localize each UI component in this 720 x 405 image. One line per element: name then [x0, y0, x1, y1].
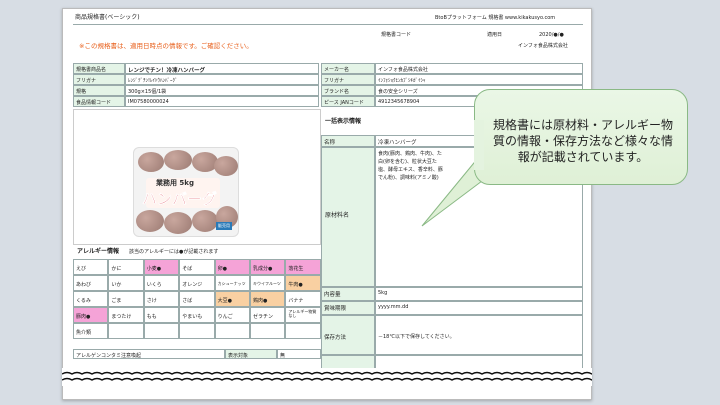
- allergy-cell: [250, 323, 286, 339]
- applied-date: 2020/●/●: [539, 32, 564, 38]
- allergy-cell: [143, 323, 180, 339]
- storage-label: 保存方法: [321, 315, 375, 355]
- spec-sheet: 商品規格書(ベーシック) BtoBプラットフォーム 規格書 www.kikaku…: [62, 8, 592, 400]
- allergy-cell: 小麦●: [143, 259, 180, 275]
- allergy-cell: あわび: [73, 275, 109, 291]
- allergy-cell: りんご: [214, 307, 250, 323]
- allergy-cell: さば: [179, 291, 215, 307]
- volume: 5kg: [375, 287, 583, 301]
- package-title: ハンバーグ: [142, 190, 218, 209]
- maker-furigana-label: フリガナ: [321, 74, 375, 85]
- platform-name: BtoBプラットフォーム 規格書 www.kikakusyo.com: [435, 15, 556, 21]
- allergy-cell: くるみ: [73, 291, 109, 307]
- product-spec: 300g×15個/1袋: [125, 85, 319, 96]
- ingredients-title: 一括表示情報: [325, 118, 362, 125]
- spec-label: 規格: [73, 85, 125, 96]
- allergy-cell: ごま: [108, 291, 144, 307]
- callout-text: 規格書には原材料・アレルギー物質の情報・保存方法など様々な情報が記載されています…: [493, 118, 674, 165]
- allergy-cell: 豚肉●: [73, 307, 109, 323]
- allergy-cell: そば: [179, 259, 215, 275]
- brand-label: ブランド名: [321, 85, 375, 96]
- allergy-cell: もも: [143, 307, 180, 323]
- volume-label: 内容量: [321, 287, 375, 301]
- allergy-cell: まつたけ: [108, 307, 144, 323]
- allergy-cell: [179, 323, 215, 339]
- item-name-label: 名称: [321, 135, 375, 147]
- allergy-cell: [108, 323, 144, 339]
- allergy-cell: 鶏肉●: [250, 291, 286, 307]
- company-name: インフォ食品株式会社: [518, 43, 568, 49]
- allergy-note: 該当のアレルギーには●が記載されます: [129, 249, 219, 255]
- allergy-cell: 牛肉●: [285, 275, 321, 291]
- product-package-image: 業務用 5kg ハンバーグ 販売用: [133, 147, 239, 237]
- product-name-label: 規格書商品名: [73, 63, 125, 74]
- allergy-cell: 卵●: [214, 259, 250, 275]
- allergy-cell: いか: [108, 275, 144, 291]
- maker-furigana: ｲﾝﾌｫｼｮｸﾋﾝｶﾌﾞｼｷｶﾞｲｼｬ: [375, 74, 583, 85]
- torn-edge-decoration: [62, 368, 592, 386]
- applied-date-label: 適用日: [487, 32, 503, 38]
- allergy-cell: キウイフルーツ: [250, 275, 286, 291]
- allergy-cell: 落花生: [285, 259, 321, 275]
- expiry: yyyy.mm.dd: [375, 301, 583, 315]
- jan-label: ピース JANコード: [321, 96, 375, 107]
- expiry-label: 賞味期限: [321, 301, 375, 315]
- display-target-value: 無: [277, 349, 321, 359]
- allergy-title: アレルギー情報: [77, 248, 120, 255]
- allergy-cell: えび: [73, 259, 109, 275]
- package-tag: 販売用: [216, 222, 232, 230]
- allergy-cell: [214, 323, 250, 339]
- doc-type: 商品規格書(ベーシック): [75, 14, 140, 21]
- notice-text: ※この規格書は、適用日時点の情報です。ご確認ください。: [79, 42, 253, 50]
- maker-name: インフォ食品株式会社: [375, 63, 583, 74]
- package-sub: 業務用 5kg: [156, 179, 194, 187]
- allergy-cell: オレンジ: [179, 275, 215, 291]
- product-furigana: ﾚﾝｼﾞﾃﾞﾁﾝ!ﾚｲﾄｳﾊﾝﾊﾞｰｸﾞ: [125, 74, 319, 85]
- allergy-cell: やまいも: [179, 307, 215, 323]
- allergy-cell: かに: [108, 259, 144, 275]
- spec-code-label: 規格書コード: [381, 32, 412, 38]
- allergy-cell: カシューナッツ: [214, 275, 250, 291]
- allergy-cell: [285, 323, 321, 339]
- raw-materials-label: 原材料名: [325, 212, 350, 219]
- allergy-cell: 魚介類: [73, 323, 109, 339]
- allergy-cell: 乳成分●: [250, 259, 286, 275]
- storage: －18℃以下で保存してください。: [375, 315, 583, 355]
- allergy-cell: バナナ: [285, 291, 321, 307]
- info-code-label: 食品情報コード: [73, 96, 125, 107]
- allergy-cell: ゼラチン: [250, 307, 286, 323]
- allergy-cell: 大豆●: [214, 291, 250, 307]
- maker-label: メーカー名: [321, 63, 375, 74]
- contamination-label: アレルゲンコンタミ注意喚起: [73, 349, 225, 359]
- allergy-cell: いくら: [143, 275, 180, 291]
- product-name: レンジでチン！冷凍ハンバーグ: [125, 63, 319, 74]
- furigana-label: フリガナ: [73, 74, 125, 85]
- display-target-label: 表示対象: [225, 349, 277, 359]
- info-code: IM07580000024: [125, 96, 319, 107]
- callout-bubble: 規格書には原材料・アレルギー物質の情報・保存方法など様々な情報が記載されています…: [474, 89, 688, 185]
- allergy-cell: さけ: [143, 291, 180, 307]
- allergy-cell: アレルギー物質なし: [285, 307, 321, 323]
